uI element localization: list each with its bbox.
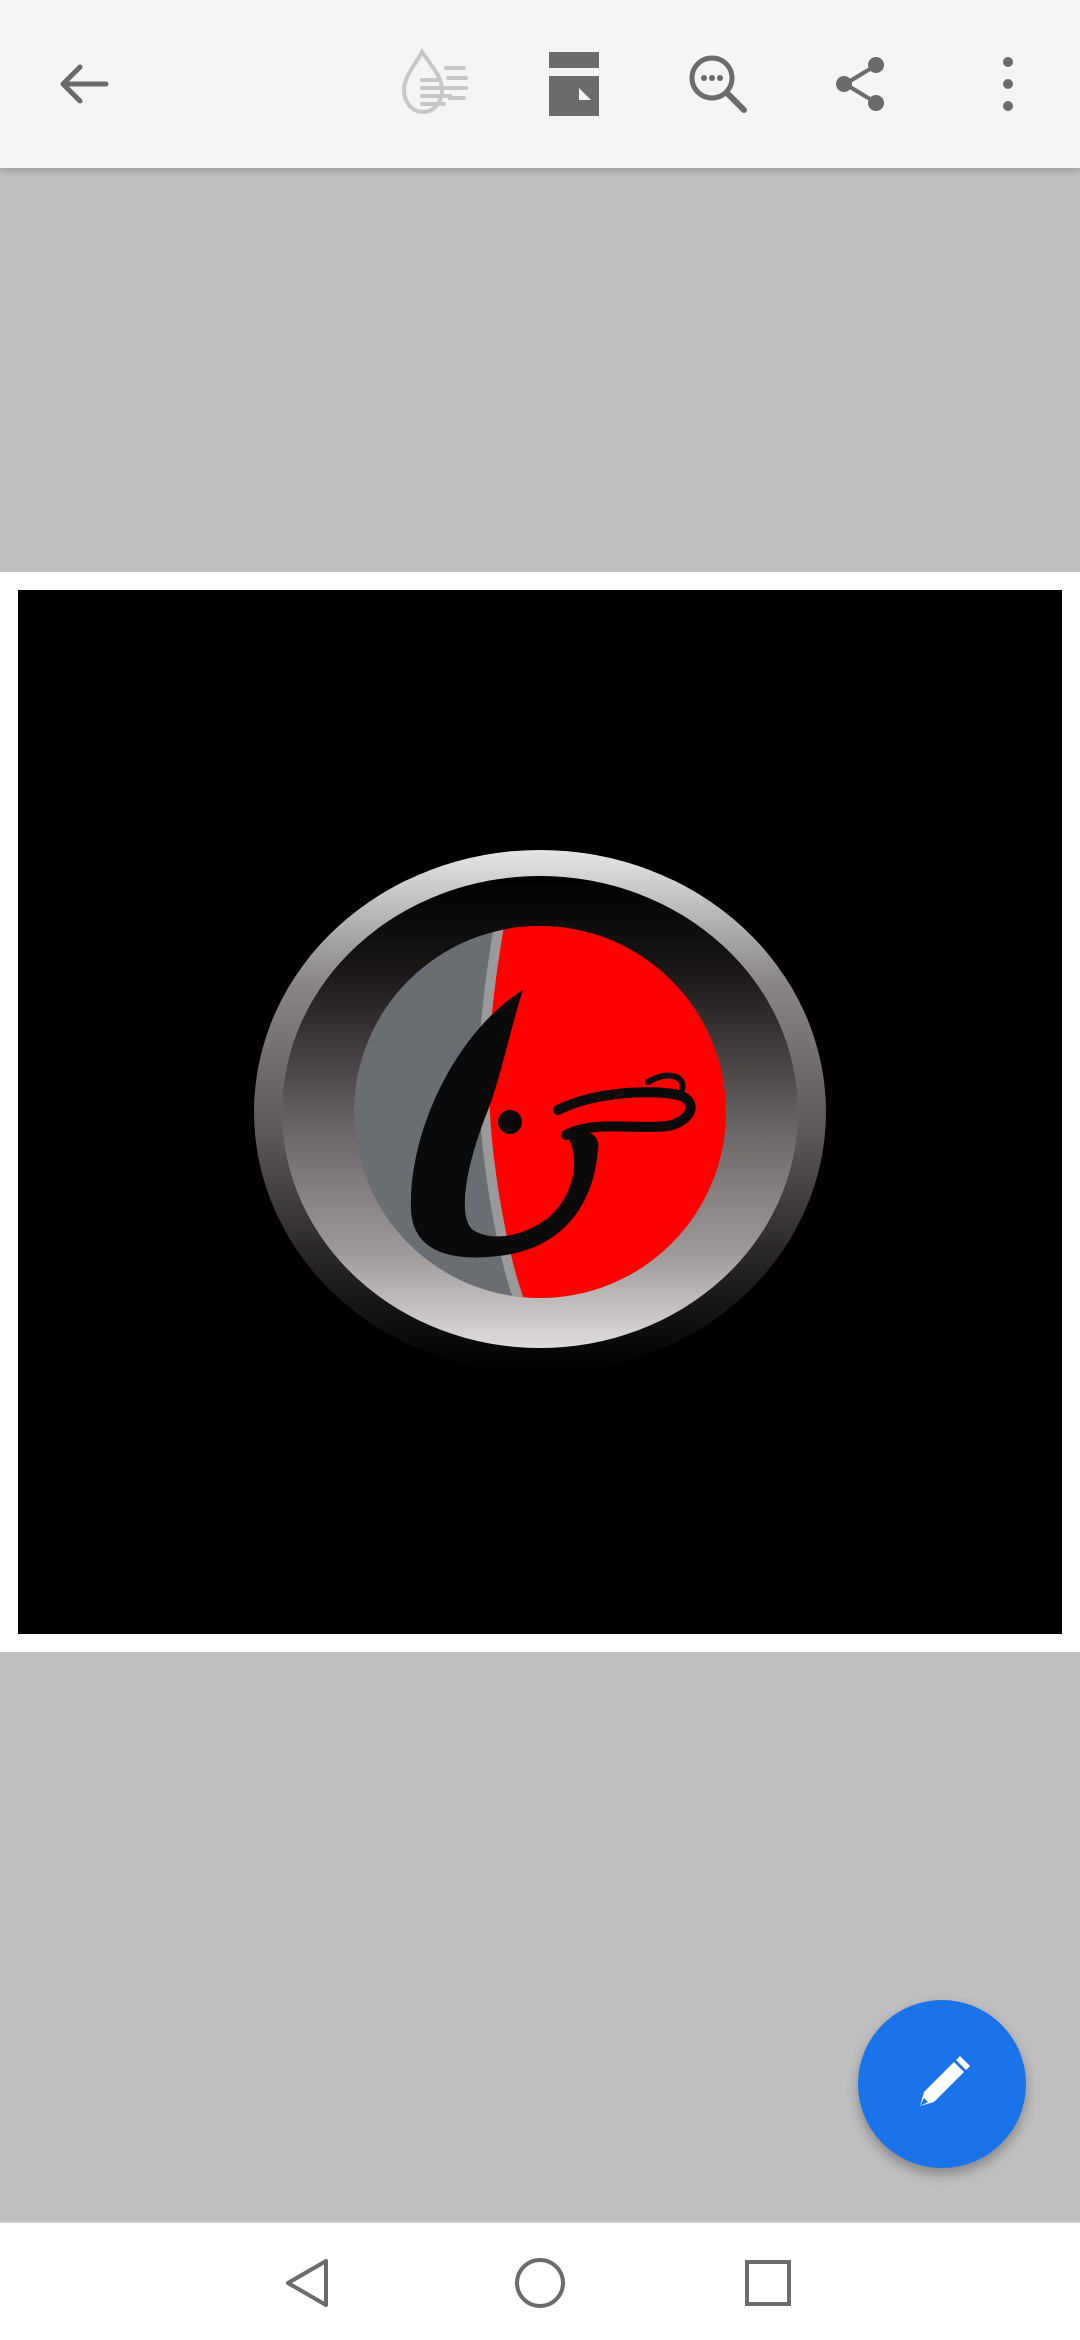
recents-square-icon	[745, 2260, 791, 2306]
search-more-icon	[689, 55, 747, 113]
pdf-viewer-screen	[0, 0, 1080, 2340]
share-icon	[836, 57, 884, 111]
search-button[interactable]	[668, 34, 768, 134]
ink-drop-icon	[401, 48, 468, 115]
edit-fab-button[interactable]	[858, 2000, 1026, 2168]
pencil-icon	[920, 2056, 970, 2106]
nav-home-button[interactable]	[495, 2241, 585, 2325]
more-options-button[interactable]	[958, 34, 1058, 134]
system-navigation-bar	[0, 2222, 1080, 2340]
home-circle-icon	[515, 2258, 565, 2308]
nav-back-button[interactable]	[263, 2241, 353, 2325]
arrow-left-icon	[60, 64, 109, 104]
page-layout-button[interactable]	[525, 34, 625, 134]
logo-image	[18, 590, 1062, 1634]
ink-mode-button[interactable]	[384, 34, 484, 134]
share-button[interactable]	[811, 34, 911, 134]
more-vert-icon	[1003, 57, 1013, 111]
document-page[interactable]	[0, 572, 1080, 1652]
page-layout-icon	[549, 52, 599, 116]
nav-recents-button[interactable]	[723, 2241, 813, 2325]
back-triangle-icon	[286, 2259, 328, 2307]
top-toolbar	[0, 0, 1080, 168]
back-button[interactable]	[34, 34, 134, 134]
emblem-logo-graphic	[254, 850, 826, 1374]
